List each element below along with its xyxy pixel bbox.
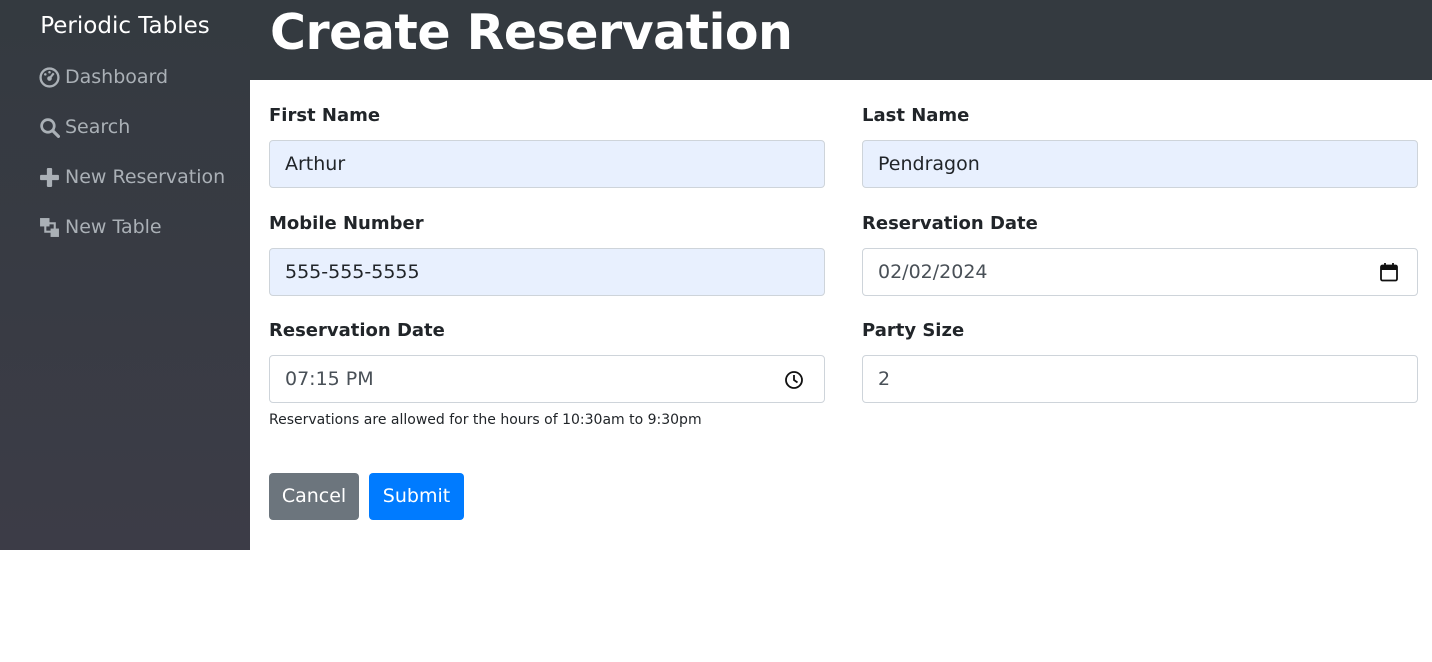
first-name-field[interactable]: Arthur xyxy=(269,140,825,188)
page-title: Create Reservation xyxy=(270,4,793,61)
dashboard-icon xyxy=(38,66,60,88)
mobile-number-label: Mobile Number xyxy=(269,213,424,234)
sidebar-item-new-reservation[interactable]: New Reservation xyxy=(38,162,225,192)
first-name-label: First Name xyxy=(269,105,381,126)
sidebar-item-new-table[interactable]: New Table xyxy=(38,212,162,242)
sidebar-item-label: New Table xyxy=(65,216,162,238)
last-name-label: Last Name xyxy=(862,105,970,126)
brand-title[interactable]: Periodic Tables xyxy=(0,10,250,42)
plus-icon xyxy=(38,166,60,188)
reservation-time-label: Reservation Date xyxy=(269,320,445,341)
mobile-number-field[interactable]: 555-555-5555 xyxy=(269,248,825,296)
search-icon xyxy=(38,116,60,138)
last-name-field[interactable]: Pendragon xyxy=(862,140,1418,188)
sidebar-item-search[interactable]: Search xyxy=(38,112,130,142)
party-size-label: Party Size xyxy=(862,320,965,341)
page-header: Create Reservation xyxy=(250,0,1432,80)
last-name-value: Pendragon xyxy=(878,153,980,175)
sidebar-item-dashboard[interactable]: Dashboard xyxy=(38,62,168,92)
layers-icon xyxy=(38,216,60,238)
party-size-value: 2 xyxy=(878,368,891,390)
party-size-field[interactable]: 2 xyxy=(862,355,1418,403)
reservation-date-label: Reservation Date xyxy=(862,213,1038,234)
reservation-hours-help: Reservations are allowed for the hours o… xyxy=(269,412,702,428)
first-name-value: Arthur xyxy=(285,153,346,175)
sidebar-item-label: Search xyxy=(65,116,131,138)
cancel-button[interactable]: Cancel xyxy=(269,473,359,520)
clock-icon[interactable] xyxy=(784,370,804,390)
reservation-time-field[interactable]: 07:15 PM xyxy=(269,355,825,403)
mobile-number-value: 555-555-5555 xyxy=(285,261,420,283)
sidebar-item-label: New Reservation xyxy=(65,166,226,188)
sidebar-item-label: Dashboard xyxy=(65,66,169,88)
sidebar: Periodic Tables Dashboard Search New Res… xyxy=(0,0,250,550)
reservation-time-value: 07:15 PM xyxy=(285,368,374,390)
submit-button[interactable]: Submit xyxy=(369,473,464,520)
reservation-date-field[interactable]: 02/02/2024 xyxy=(862,248,1418,296)
reservation-date-value: 02/02/2024 xyxy=(878,261,988,283)
calendar-icon[interactable] xyxy=(1379,262,1399,282)
